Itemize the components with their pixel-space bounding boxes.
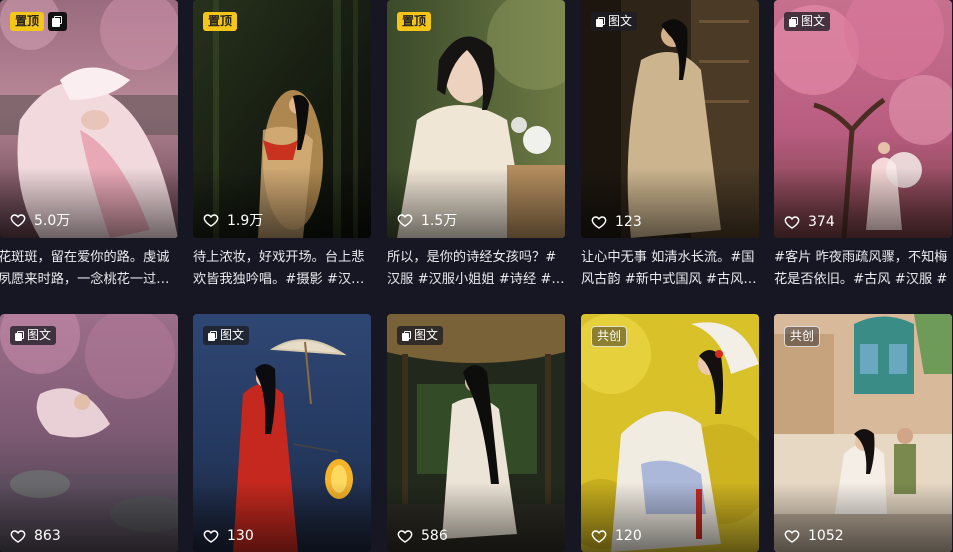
heart-icon	[397, 530, 413, 543]
badge-label: 图文	[801, 14, 826, 28]
badge-label: 置顶	[402, 14, 427, 28]
like-count-value: 1.5万	[421, 213, 458, 229]
like-count: 1.9万	[203, 210, 263, 230]
like-count: 374	[784, 214, 835, 230]
image-text-badge: 图文	[203, 326, 250, 345]
heart-icon	[591, 530, 607, 543]
card-title-line: 所以，是你的诗经女孩吗？#	[387, 250, 557, 265]
image-text-badge: 图文	[784, 12, 831, 31]
gallery-icon	[48, 12, 67, 31]
heart-icon	[784, 530, 800, 543]
co-creation-badge: 共创	[591, 326, 628, 347]
card-title-line: 汉服 #汉服小姐姐 #诗经 #…	[387, 272, 565, 287]
card-title[interactable]: #客片 昨夜雨疏风骤，不知梅 花是否依旧。#古风 #汉服 #	[774, 247, 952, 291]
card-title-line: 夙愿来时路，一念桃花一过…	[0, 272, 170, 287]
co-creation-badge: 共创	[784, 326, 821, 347]
card-title-line: #客片 昨夜雨疏风骤，不知梅	[774, 250, 948, 265]
video-thumbnail[interactable]: 图文 863	[0, 314, 178, 552]
like-count: 123	[591, 214, 642, 230]
card-title-line: 待上浓妆，好戏开场。台上悲	[193, 250, 365, 265]
heart-icon	[784, 216, 800, 229]
like-count: 120	[591, 528, 642, 544]
card-title-line: 风古韵 #新中式国风 #古风…	[581, 272, 757, 287]
badge-label: 置顶	[15, 14, 40, 28]
like-count-value: 863	[34, 528, 61, 544]
heart-icon	[203, 530, 219, 543]
image-text-icon	[208, 330, 217, 341]
image-text-icon	[402, 330, 411, 341]
like-count-value: 120	[615, 528, 642, 544]
pinned-badge: 置顶	[203, 12, 238, 31]
pinned-badge: 置顶	[397, 12, 432, 31]
video-thumbnail[interactable]: 图文 130	[193, 314, 371, 552]
card-title-line: 花是否依旧。#古风 #汉服 #	[774, 272, 948, 287]
badge-label: 共创	[597, 329, 622, 343]
video-thumbnail[interactable]: 置顶 5.0万	[0, 0, 178, 238]
pinned-badge: 置顶	[10, 12, 45, 31]
like-count: 5.0万	[10, 210, 70, 230]
video-thumbnail[interactable]: 共创 120	[581, 314, 759, 552]
badge-label: 图文	[220, 328, 245, 342]
card-title-line: 让心中无事 如清水长流。#国	[581, 250, 755, 265]
like-count: 1.5万	[397, 210, 457, 230]
video-thumbnail[interactable]: 置顶 1.5万	[387, 0, 565, 238]
heart-icon	[591, 216, 607, 229]
badge-label: 置顶	[208, 14, 233, 28]
like-count: 863	[10, 528, 61, 544]
image-text-icon	[789, 16, 798, 27]
image-text-badge: 图文	[397, 326, 444, 345]
like-count-value: 5.0万	[34, 213, 71, 229]
video-thumbnail[interactable]: 图文 374	[774, 0, 952, 238]
heart-icon	[397, 214, 413, 227]
image-text-badge: 图文	[591, 12, 638, 31]
card-title[interactable]: 所以，是你的诗经女孩吗？# 汉服 #汉服小姐姐 #诗经 #…	[387, 247, 565, 291]
like-count: 586	[397, 528, 448, 544]
like-count-value: 123	[615, 214, 642, 230]
like-count-value: 1.9万	[227, 213, 264, 229]
card-title[interactable]: 待上浓妆，好戏开场。台上悲 欢皆我独吟唱。#摄影 #汉…	[193, 247, 371, 291]
image-text-icon	[15, 330, 24, 341]
card-title-line: 花斑斑，留在爱你的路。虔诚	[0, 250, 170, 265]
image-text-badge: 图文	[10, 326, 57, 345]
video-thumbnail[interactable]: 图文 586	[387, 314, 565, 552]
video-thumbnail[interactable]: 置顶 1.9万	[193, 0, 371, 238]
badge-label: 共创	[790, 329, 815, 343]
like-count-value: 586	[421, 528, 448, 544]
badge-label: 图文	[414, 328, 439, 342]
like-count: 130	[203, 528, 254, 544]
badge-label: 图文	[27, 328, 52, 342]
image-text-icon	[596, 16, 605, 27]
video-thumbnail[interactable]: 图文 123	[581, 0, 759, 238]
card-title[interactable]: 让心中无事 如清水长流。#国 风古韵 #新中式国风 #古风…	[581, 247, 759, 291]
video-thumbnail[interactable]: 共创 1052	[774, 314, 952, 552]
badge-label: 图文	[608, 14, 633, 28]
heart-icon	[10, 214, 26, 227]
card-title-line: 欢皆我独吟唱。#摄影 #汉…	[193, 272, 365, 287]
like-count-value: 130	[227, 528, 254, 544]
card-title[interactable]: 花斑斑，留在爱你的路。虔诚 夙愿来时路，一念桃花一过…	[0, 247, 176, 291]
like-count-value: 374	[808, 214, 835, 230]
heart-icon	[203, 214, 219, 227]
like-count: 1052	[784, 528, 844, 544]
like-count-value: 1052	[808, 528, 844, 544]
heart-icon	[10, 530, 26, 543]
